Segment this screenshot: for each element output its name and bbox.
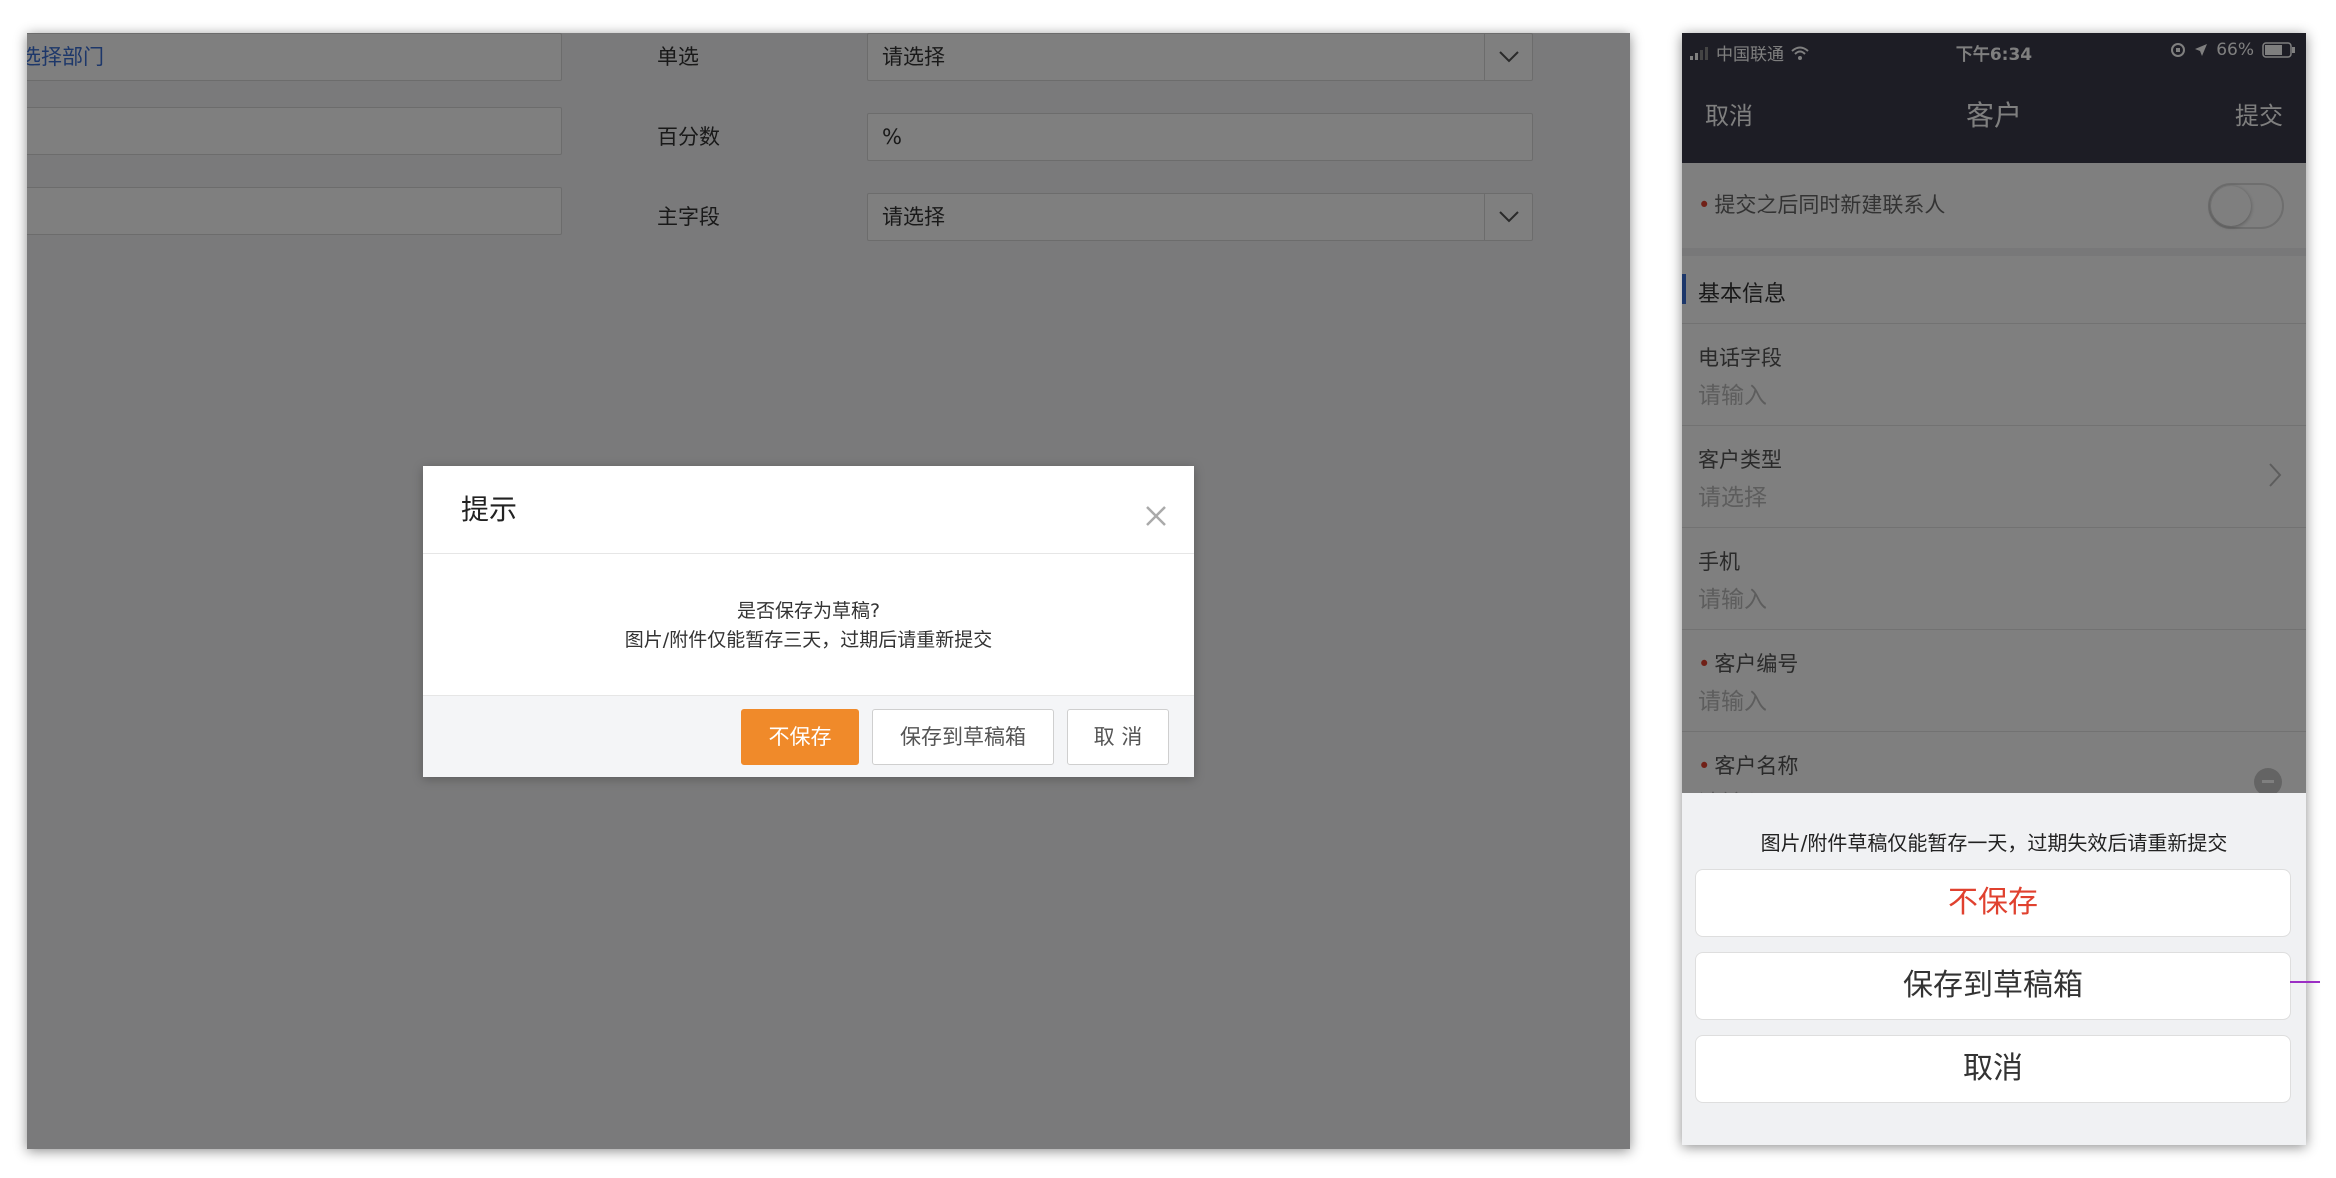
dialog-note: 图片/附件仅能暂存三天，过期后请重新提交 — [624, 629, 993, 651]
mobile-backdrop[interactable] — [1682, 33, 2306, 793]
sheet-cancel-button[interactable]: 取消 — [1695, 1035, 2291, 1103]
action-sheet-message: 图片/附件草稿仅能暂存一天，过期失效后请重新提交 — [1760, 831, 2228, 855]
close-icon[interactable] — [1144, 504, 1168, 528]
dialog-header: 提示 — [423, 466, 1194, 554]
mobile-panel: 中国联通 下午6:34 66% 取消 客户 提交 •提交之后同时新建联系人 基本… — [1682, 33, 2306, 1145]
action-sheet: 图片/附件草稿仅能暂存一天，过期失效后请重新提交 不保存 保存到草稿箱 取消 — [1682, 793, 2306, 1145]
save-draft-dialog: 提示 是否保存为草稿? 图片/附件仅能暂存三天，过期后请重新提交 不保存 保存到… — [423, 466, 1194, 777]
desktop-panel: 选择部门 单选 请选择 百分数 % 主字段 请选择 提示 是否保存为草稿? 图片… — [27, 33, 1630, 1149]
save-draft-button[interactable]: 保存到草稿箱 — [872, 709, 1054, 765]
dialog-title: 提示 — [461, 493, 518, 526]
no-save-button[interactable]: 不保存 — [741, 709, 859, 765]
annotation-line — [2290, 981, 2320, 983]
dialog-body: 是否保存为草稿? 图片/附件仅能暂存三天，过期后请重新提交 — [423, 554, 1194, 695]
cancel-button[interactable]: 取 消 — [1067, 709, 1169, 765]
sheet-save-draft-button[interactable]: 保存到草稿箱 — [1695, 952, 2291, 1020]
dialog-footer: 不保存 保存到草稿箱 取 消 — [423, 695, 1194, 777]
dialog-question: 是否保存为草稿? — [736, 600, 881, 622]
sheet-no-save-button[interactable]: 不保存 — [1695, 869, 2291, 937]
